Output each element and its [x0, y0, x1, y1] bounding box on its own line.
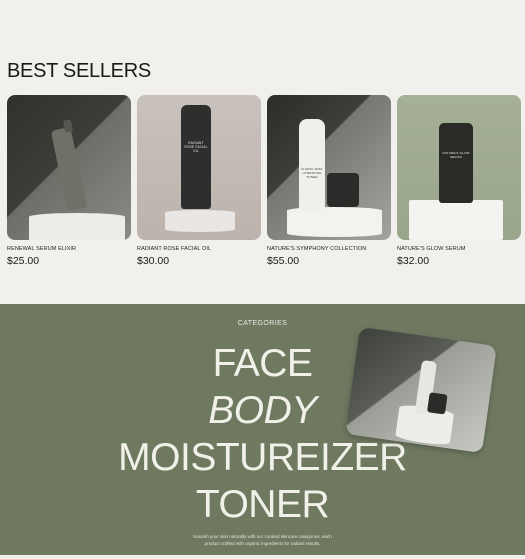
product-image[interactable]	[7, 95, 131, 240]
serum-label: NATURE'S GLOW SERUM	[442, 151, 470, 159]
description-line: Nourish your skin naturally with our cur…	[193, 534, 332, 539]
description-line: product crafted with organic ingredients…	[204, 540, 321, 546]
categories-eyebrow: CATEGORIES	[237, 320, 288, 327]
product-price: $32.00	[397, 255, 430, 267]
product-name[interactable]: NATURE'S GLOW SERUM	[397, 246, 521, 252]
product-price: $25.00	[7, 255, 40, 267]
category-feature-image	[345, 326, 497, 454]
tube-label: RADIANT ROSE FACIAL OIL	[184, 141, 208, 153]
category-toner[interactable]: TONER	[0, 485, 525, 524]
serum-bottle: NATURE'S GLOW SERUM	[439, 123, 473, 203]
serum-bottle	[50, 126, 88, 212]
product-grid: RENEWAL SERUM ELIXIR $25.00 RADIANT ROSE…	[7, 95, 521, 267]
pedestal	[165, 210, 235, 232]
product-price: $30.00	[137, 255, 170, 267]
product-name[interactable]: RENEWAL SERUM ELIXIR	[7, 246, 131, 252]
tube: RADIANT ROSE FACIAL OIL	[181, 105, 211, 209]
product-image[interactable]: NATURE'S GLOW SERUM	[397, 95, 521, 240]
product-name[interactable]: RADIANT ROSE FACIAL OIL	[137, 246, 261, 252]
product-card[interactable]: RADIANT ROSE FACIAL OIL RADIANT ROSE FAC…	[137, 95, 261, 267]
pedestal	[409, 200, 503, 240]
product-image[interactable]: RADIANT ROSE FACIAL OIL	[137, 95, 261, 240]
categories-description: Nourish your skin naturally with our cur…	[0, 534, 525, 548]
cream-jar	[327, 173, 359, 207]
jar	[426, 392, 448, 415]
product-card[interactable]: NATURE'S GLOW SERUM NATURE'S GLOW SERUM …	[397, 95, 521, 267]
toner-bottle: FLORAL MIST HYDRATING TONER	[299, 119, 325, 211]
product-card[interactable]: RENEWAL SERUM ELIXIR $25.00	[7, 95, 131, 267]
product-image[interactable]: FLORAL MIST HYDRATING TONER	[267, 95, 391, 240]
toner-label: FLORAL MIST HYDRATING TONER	[301, 167, 323, 179]
product-card[interactable]: FLORAL MIST HYDRATING TONER NATURE'S SYM…	[267, 95, 391, 267]
product-name[interactable]: NATURE'S SYMPHONY COLLECTION	[267, 246, 391, 252]
pedestal	[29, 213, 125, 240]
best-sellers-title: BEST SELLERS	[7, 60, 151, 82]
bottle-pump	[62, 119, 74, 133]
pedestal	[287, 207, 382, 237]
product-price: $55.00	[267, 255, 300, 267]
